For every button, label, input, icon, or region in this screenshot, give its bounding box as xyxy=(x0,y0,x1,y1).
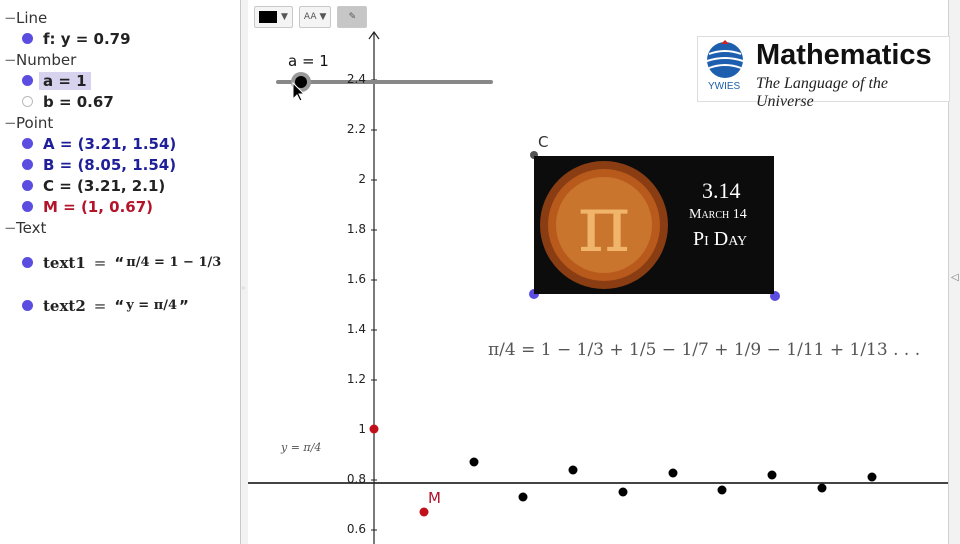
category-label: Number xyxy=(16,50,77,69)
visibility-dot-icon[interactable] xyxy=(22,201,33,212)
chevron-down-icon: ▼ xyxy=(319,12,327,22)
sequence-points xyxy=(469,457,877,502)
y-tick-label: 1.4 xyxy=(346,322,366,336)
equals-sign: = xyxy=(93,296,107,315)
y-tick-label: 2 xyxy=(358,172,366,186)
algebra-item-text2[interactable]: text2 = “ y = π/4 ” xyxy=(22,295,189,316)
y-tick-label: 0.6 xyxy=(346,522,366,536)
algebra-item-b[interactable]: b = 0.67 xyxy=(22,91,114,112)
pi-day-image[interactable]: π 3.14 March 14 Pi Day xyxy=(534,156,774,294)
algebra-item-f[interactable]: f: y = 0.79 xyxy=(22,28,131,49)
pin-button[interactable]: ✎ xyxy=(337,6,368,28)
category-label: Text xyxy=(16,218,47,237)
close-quote: ” xyxy=(179,296,189,315)
category-label: Point xyxy=(16,113,54,132)
chevron-down-icon: ▼ xyxy=(281,12,288,22)
collapse-icon[interactable]: − xyxy=(4,114,17,132)
color-button[interactable]: ▼ xyxy=(254,6,293,28)
collapse-icon[interactable]: − xyxy=(4,219,17,237)
font-size-label: AA xyxy=(303,12,317,22)
visibility-dot-icon[interactable] xyxy=(22,75,33,86)
algebra-item-label: A = (3.21, 1.54) xyxy=(43,134,177,153)
pi-day-name: Pi Day xyxy=(693,228,748,250)
algebra-item-label: M = (1, 0.67) xyxy=(43,197,154,216)
y-tick-label: 2.4 xyxy=(346,72,366,86)
line-equation-text[interactable]: y = π/4 xyxy=(281,441,321,454)
point-y1[interactable] xyxy=(369,424,379,434)
mathematics-logo: YWIES Mathematics The Language of the Un… xyxy=(697,36,950,110)
algebra-item-label: C = (3.21, 2.1) xyxy=(43,176,166,195)
color-swatch xyxy=(259,11,277,23)
y-tick-label: 0.8 xyxy=(346,472,366,486)
logo-title: Mathematics xyxy=(756,39,932,71)
algebra-item-label: b = 0.67 xyxy=(43,92,114,111)
visibility-dot-icon[interactable] xyxy=(22,159,33,170)
category-number[interactable]: − Number xyxy=(4,49,76,70)
text-object-value: π/4 = 1 − 1/3 xyxy=(126,255,222,270)
globe-logo-icon xyxy=(706,40,744,78)
algebra-item-text1[interactable]: text1 = “ π/4 = 1 − 1/3 xyxy=(22,252,221,273)
slider-a-label: a = 1 xyxy=(288,52,329,70)
algebra-item-label: B = (8.05, 1.54) xyxy=(43,155,177,174)
logo-tagline: The Language of the Universe xyxy=(756,75,888,110)
resize-grip-icon[interactable]: ◦ xyxy=(241,284,246,293)
y-tick-label: 2.2 xyxy=(346,122,366,136)
expand-arrow-icon[interactable]: ◁ xyxy=(951,272,959,283)
algebra-item-B[interactable]: B = (8.05, 1.54) xyxy=(22,154,176,175)
category-point[interactable]: − Point xyxy=(4,112,53,133)
text-object-name: text2 xyxy=(43,296,86,315)
algebra-view: − Line f: y = 0.79 − Number a = 1 b = 0.67… xyxy=(0,0,241,544)
algebra-item-M[interactable]: M = (1, 0.67) xyxy=(22,196,153,217)
pi-symbol: π xyxy=(578,177,631,270)
y-tick-label: 1 xyxy=(358,422,366,436)
y-tick-label: 1.6 xyxy=(346,272,366,286)
collapse-icon[interactable]: − xyxy=(4,9,17,27)
open-quote: “ xyxy=(114,296,125,315)
visibility-dot-icon[interactable] xyxy=(22,180,33,191)
algebra-item-C[interactable]: C = (3.21, 2.1) xyxy=(22,175,165,196)
algebra-item-label: a = 1 xyxy=(39,71,91,90)
point-C-label: C xyxy=(538,133,549,151)
series-formula-text[interactable]: π/4 = 1 − 1/3 + 1/5 − 1/7 + 1/9 − 1/11 +… xyxy=(488,340,920,360)
font-size-button[interactable]: AA ▼ xyxy=(298,6,332,28)
pi-value: 3.14 xyxy=(702,178,741,203)
algebra-item-A[interactable]: A = (3.21, 1.54) xyxy=(22,133,176,154)
visibility-dot-icon[interactable] xyxy=(22,300,33,311)
category-text[interactable]: − Text xyxy=(4,217,46,238)
visibility-dot-icon[interactable] xyxy=(22,96,33,107)
y-tick-label: 1.2 xyxy=(346,372,366,386)
y-tick-label: 1.8 xyxy=(346,222,366,236)
pi-pie-icon: π xyxy=(540,161,668,289)
algebra-item-label: f: y = 0.79 xyxy=(43,29,131,48)
point-M[interactable] xyxy=(419,507,429,517)
visibility-dot-icon[interactable] xyxy=(22,33,33,44)
logo-org: YWIES xyxy=(708,81,741,92)
style-bar: ▼ AA ▼ ✎ xyxy=(254,6,368,28)
pin-icon: ✎ xyxy=(348,12,357,22)
equals-sign: = xyxy=(93,253,107,272)
category-label: Line xyxy=(16,8,48,27)
point-M-label: M xyxy=(428,489,441,507)
visibility-dot-icon[interactable] xyxy=(22,138,33,149)
open-quote: “ xyxy=(114,253,125,272)
text-object-name: text1 xyxy=(43,253,86,272)
pi-date: March 14 xyxy=(689,207,747,222)
text-object-value: y = π/4 xyxy=(126,298,178,313)
algebra-item-a[interactable]: a = 1 xyxy=(22,70,91,91)
visibility-dot-icon[interactable] xyxy=(22,257,33,268)
category-line[interactable]: − Line xyxy=(4,7,47,28)
collapse-icon[interactable]: − xyxy=(4,51,17,69)
